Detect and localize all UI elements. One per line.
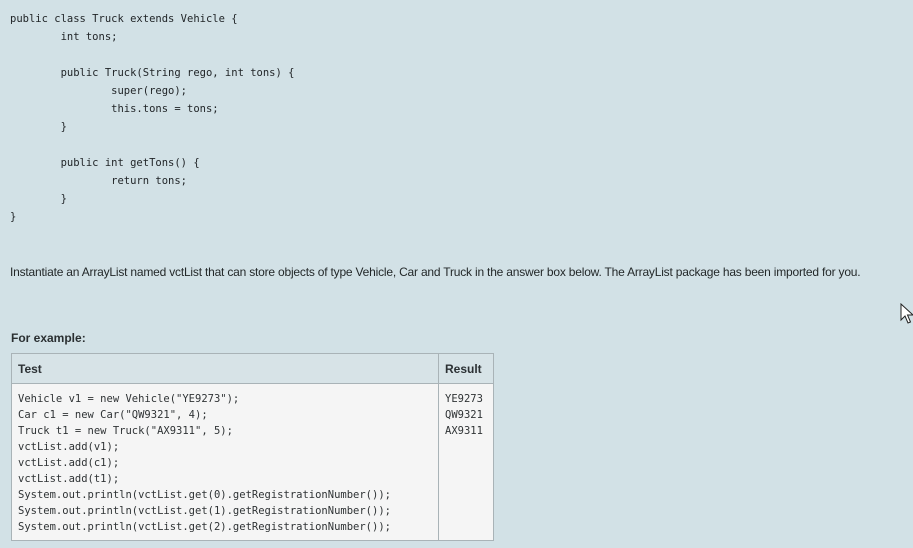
code-line: this.tons = tons; [10,103,219,115]
code-line: } [10,211,17,223]
example-label: For example: [11,331,86,345]
code-line: public Truck(String rego, int tons) { [10,67,295,79]
test-cell: Vehicle v1 = new Vehicle("YE9273"); Car … [11,383,439,541]
code-listing: public class Truck extends Vehicle { int… [10,10,294,226]
result-output: YE9273 QW9321 AX9311 [445,393,483,437]
code-line: } [10,193,67,205]
test-column-header: Test [11,353,439,384]
code-line: public class Truck extends Vehicle { [10,13,238,25]
result-column-header: Result [438,353,494,384]
code-line: return tons; [10,175,188,187]
code-line: public int getTons() { [10,157,200,169]
code-line: int tons; [10,31,118,43]
result-cell: YE9273 QW9321 AX9311 [438,383,494,541]
code-line: super(rego); [10,85,188,97]
table-row: Vehicle v1 = new Vehicle("YE9273"); Car … [11,383,494,541]
code-line: } [10,121,67,133]
test-code: Vehicle v1 = new Vehicle("YE9273"); Car … [18,393,391,533]
mouse-pointer-icon [900,303,913,324]
example-table: Test Result Vehicle v1 = new Vehicle("YE… [11,353,494,541]
question-instruction: Instantiate an ArrayList named vctList t… [10,265,861,279]
example-table-header-row: Test Result [11,353,494,384]
